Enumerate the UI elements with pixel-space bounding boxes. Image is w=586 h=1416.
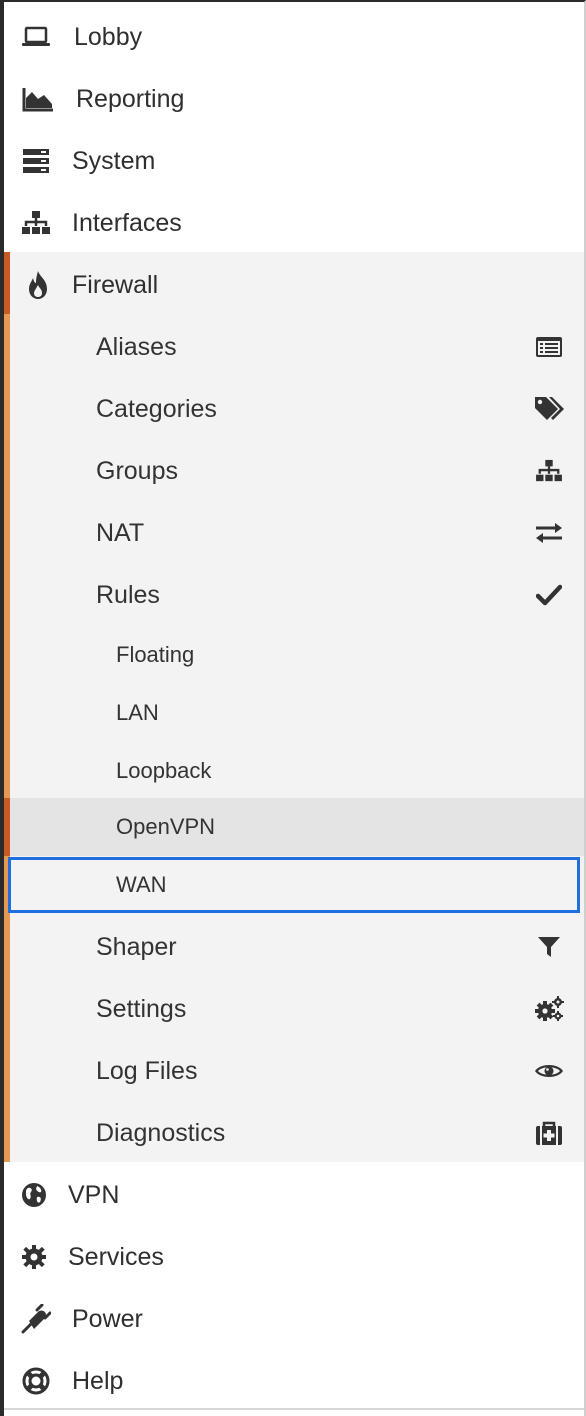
server-icon	[20, 145, 52, 177]
cogs-icon	[534, 994, 564, 1024]
submenu-item-label: NAT	[96, 518, 145, 547]
menu-item-help[interactable]: Help	[4, 1350, 584, 1412]
rules-item-wan[interactable]: WAN	[8, 857, 580, 913]
rules-item-label: Floating	[116, 642, 195, 667]
rules-item-label: OpenVPN	[116, 814, 216, 839]
menu-item-vpn[interactable]: VPN	[4, 1164, 584, 1226]
menu-item-services[interactable]: Services	[4, 1226, 584, 1288]
exchange-icon	[534, 518, 564, 548]
submenu-item-shaper[interactable]: Shaper	[4, 916, 584, 978]
sitemap-icon	[20, 207, 52, 239]
rules-item-label: LAN	[116, 700, 159, 725]
menu-item-label: Lobby	[74, 22, 143, 51]
life-ring-icon	[20, 1365, 52, 1397]
menu-item-system[interactable]: System	[4, 130, 584, 192]
menu-item-interfaces[interactable]: Interfaces	[4, 192, 584, 254]
menu-item-label: System	[72, 146, 156, 175]
eye-icon	[534, 1056, 564, 1086]
menu-item-label: Interfaces	[72, 208, 182, 237]
plug-icon	[20, 1303, 52, 1335]
menu-item-power[interactable]: Power	[4, 1288, 584, 1350]
submenu-item-log-files[interactable]: Log Files	[4, 1040, 584, 1102]
rules-item-floating[interactable]: Floating	[4, 626, 584, 684]
submenu-item-label: Categories	[96, 394, 217, 423]
submenu-item-label: Settings	[96, 994, 187, 1023]
submenu-item-label: Log Files	[96, 1056, 198, 1085]
check-icon	[534, 580, 564, 610]
laptop-icon	[20, 21, 52, 53]
menu-item-lobby[interactable]: Lobby	[4, 6, 584, 68]
area-chart-icon	[22, 83, 54, 115]
submenu-item-label: Groups	[96, 456, 178, 485]
rules-item-label: Loopback	[116, 758, 212, 783]
menu-item-label: VPN	[68, 1180, 120, 1209]
sidebar-menu: Lobby Reporting System Interfaces Firewa…	[0, 0, 586, 1416]
submenu-item-settings[interactable]: Settings	[4, 978, 584, 1040]
medkit-icon	[534, 1118, 564, 1148]
globe-icon	[18, 1179, 50, 1211]
menu-item-firewall[interactable]: Firewall	[4, 254, 584, 316]
fire-icon	[22, 269, 54, 301]
openvpn-active-bar	[4, 798, 10, 856]
submenu-item-rules[interactable]: Rules	[4, 564, 584, 626]
list-alt-icon	[534, 332, 564, 362]
submenu-item-label: Diagnostics	[96, 1118, 226, 1147]
submenu-item-nat[interactable]: NAT	[4, 502, 584, 564]
submenu-item-label: Rules	[96, 580, 160, 609]
submenu-item-label: Aliases	[96, 332, 177, 361]
submenu-item-diagnostics[interactable]: Diagnostics	[4, 1102, 584, 1164]
rules-item-openvpn[interactable]: OpenVPN	[4, 798, 584, 856]
menu-item-label: Services	[68, 1242, 164, 1271]
rules-item-label: WAN	[116, 872, 167, 897]
menu-item-label: Reporting	[76, 84, 185, 113]
submenu-item-label: Shaper	[96, 932, 177, 961]
menu-item-label: Help	[72, 1366, 124, 1395]
sitemap-icon	[534, 456, 564, 486]
rules-item-lan[interactable]: LAN	[4, 684, 584, 742]
menu-item-label: Firewall	[72, 270, 159, 299]
cog-icon	[18, 1241, 50, 1273]
rules-item-loopback[interactable]: Loopback	[4, 742, 584, 800]
submenu-item-aliases[interactable]: Aliases	[4, 316, 584, 378]
menu-item-reporting[interactable]: Reporting	[4, 68, 584, 130]
submenu-item-categories[interactable]: Categories	[4, 378, 584, 440]
filter-icon	[534, 932, 564, 962]
tags-icon	[534, 394, 564, 424]
submenu-item-groups[interactable]: Groups	[4, 440, 584, 502]
menu-item-label: Power	[72, 1304, 143, 1333]
sidebar-bottom-border	[4, 1408, 584, 1416]
